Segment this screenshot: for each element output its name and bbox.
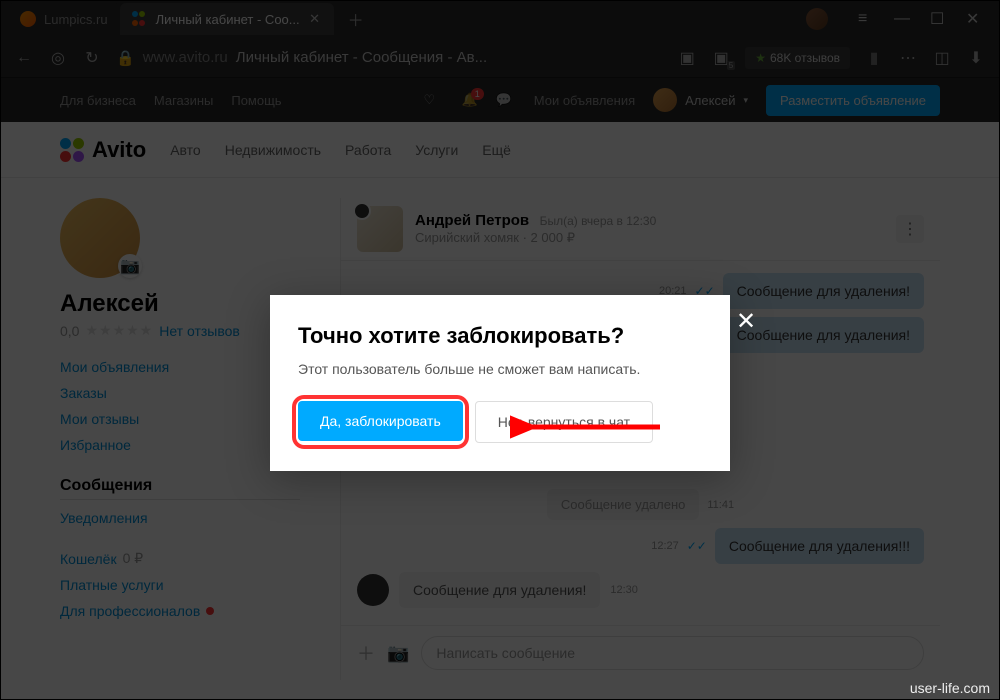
- modal-overlay[interactable]: ✕ Точно хотите заблокировать? Этот польз…: [0, 0, 1000, 700]
- cancel-block-button[interactable]: Нет, вернуться в чат: [475, 401, 653, 443]
- confirm-block-button[interactable]: Да, заблокировать: [298, 401, 463, 441]
- modal-title: Точно хотите заблокировать?: [298, 323, 702, 349]
- modal-close-button[interactable]: ✕: [736, 307, 760, 336]
- modal-text: Этот пользователь больше не сможет вам н…: [298, 361, 702, 377]
- block-confirm-modal: ✕ Точно хотите заблокировать? Этот польз…: [270, 295, 730, 471]
- watermark: user-life.com: [910, 680, 990, 696]
